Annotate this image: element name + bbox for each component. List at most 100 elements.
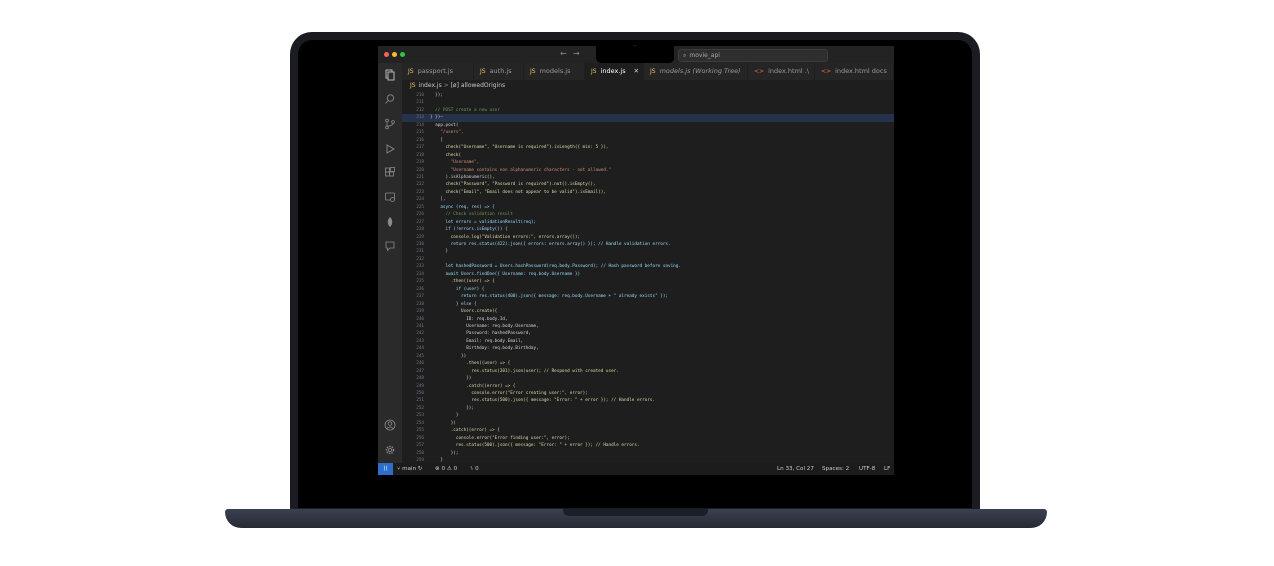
chat-icon[interactable] <box>384 240 396 252</box>
search-view-icon[interactable] <box>384 93 396 105</box>
code-line[interactable]: 232 <box>402 256 894 264</box>
close-window-button[interactable] <box>384 52 389 57</box>
branch-indicator[interactable]: ⑂ main ↻ <box>397 463 423 475</box>
code-line[interactable]: 238 } else { <box>402 301 894 309</box>
line-number: 221 <box>416 174 424 180</box>
code-line[interactable]: 215 "/users", <box>402 129 894 137</box>
code-line[interactable]: 242 Password: hashedPassword, <box>402 330 894 338</box>
line-number: 231 <box>416 249 424 255</box>
search-text: movie_api <box>689 52 720 59</box>
extensions-icon[interactable] <box>384 167 396 179</box>
code-line[interactable]: 227 let errors = validationResult(req); <box>402 219 894 227</box>
problems-indicator[interactable]: ⊗ 0 ⚠ 0 <box>435 463 457 475</box>
line-number: 232 <box>416 256 424 262</box>
code-text: if (user) { <box>430 286 485 292</box>
code-line[interactable]: 254 }) <box>402 420 894 428</box>
explorer-icon[interactable] <box>384 69 396 81</box>
code-line[interactable]: 240 ID: req.body.Id, <box>402 316 894 324</box>
code-line[interactable]: 234 await Users.findOne({ Username: req.… <box>402 271 894 279</box>
code-line[interactable]: 210 }); <box>402 92 894 100</box>
ports-indicator[interactable]: ⑊ 0 <box>470 463 479 475</box>
gear-icon[interactable] <box>384 444 396 456</box>
back-arrow-icon[interactable]: ← <box>560 49 567 58</box>
code-line[interactable]: 222 check("Password", "Password is requi… <box>402 181 894 189</box>
command-center-search[interactable]: ⌕ movie_api <box>678 49 828 62</box>
laptop-opening-notch <box>563 509 708 516</box>
tab-index-html-root[interactable]: <> index.html .\ <box>748 63 815 80</box>
code-line[interactable]: 216 [ <box>402 137 894 145</box>
code-line[interactable]: 255 .catch((error) => { <box>402 427 894 435</box>
code-line[interactable]: 233 let hashedPassword = Users.hashPassw… <box>402 263 894 271</box>
zoom-window-button[interactable] <box>400 52 405 57</box>
code-text: Username: req.body.Username, <box>430 323 539 329</box>
tab-passport-js[interactable]: JS passport.js <box>402 63 474 80</box>
code-line[interactable]: 230 return res.status(422).json({ errors… <box>402 241 894 249</box>
code-line[interactable]: 239 Users.create({ <box>402 308 894 316</box>
tab-auth-js[interactable]: JS auth.js <box>474 63 524 80</box>
code-line[interactable]: 243 Email: req.body.Email, <box>402 338 894 346</box>
code-line[interactable]: 226 // Check validation result <box>402 211 894 219</box>
run-debug-icon[interactable] <box>384 143 396 155</box>
remote-indicator-icon[interactable]: ⟩⟨ <box>378 463 393 475</box>
code-line[interactable]: 213} })— <box>402 114 894 122</box>
code-line[interactable]: 256 console.error("Error finding user:",… <box>402 435 894 443</box>
encoding-indicator[interactable]: UTF-8 <box>859 463 875 475</box>
code-line[interactable]: 223 check("Email", "Email does not appea… <box>402 189 894 197</box>
code-line[interactable]: 247 res.status(201).json(user); // Respo… <box>402 368 894 376</box>
code-line[interactable]: 241 Username: req.body.Username, <box>402 323 894 331</box>
code-line[interactable]: 253 } <box>402 412 894 420</box>
code-line[interactable]: 248 }) <box>402 375 894 383</box>
code-line[interactable]: 236 if (user) { <box>402 286 894 294</box>
code-text: ID: req.body.Id, <box>430 316 508 322</box>
code-line[interactable]: 220 "Username contains non alphanumeric … <box>402 167 894 175</box>
code-line[interactable]: 252 }); <box>402 405 894 413</box>
cursor-position[interactable]: Ln 33, Col 27 <box>777 463 814 475</box>
close-tab-icon[interactable]: ✕ <box>634 67 639 75</box>
code-line[interactable]: 224 ], <box>402 196 894 204</box>
code-text: console.error("Error creating user:", er… <box>430 391 588 396</box>
remote-explorer-icon[interactable] <box>384 191 396 203</box>
forward-arrow-icon[interactable]: → <box>573 49 580 58</box>
code-text: console.log("Validation errors:", errors… <box>430 234 581 240</box>
code-text: return res.status(400).json({ message: r… <box>430 294 668 300</box>
code-line[interactable]: 228 if (!errors.isEmpty()) { <box>402 226 894 234</box>
code-text: }) <box>430 420 456 426</box>
code-line[interactable]: 258 }); <box>402 450 894 458</box>
code-line[interactable]: 217 check("Username", "Username is requi… <box>402 144 894 152</box>
account-icon[interactable] <box>384 419 396 431</box>
indentation-indicator[interactable]: Spaces: 2 <box>822 463 849 475</box>
breadcrumb-symbol[interactable]: [ø] allowedOrigins <box>451 82 506 89</box>
code-line[interactable]: 214 app.post( <box>402 122 894 130</box>
code-line[interactable]: 250 console.error("Error creating user:"… <box>402 390 894 398</box>
line-number: 214 <box>416 122 424 128</box>
code-line[interactable]: 249 .catch((error) => { <box>402 383 894 391</box>
minimize-window-button[interactable] <box>392 52 397 57</box>
code-line[interactable]: 245 }) <box>402 353 894 361</box>
code-line[interactable]: 235 .then((user) => { <box>402 278 894 286</box>
tab-models-js-working-tree[interactable]: JS models.js (Working Tree) <box>644 63 748 80</box>
code-line[interactable]: 219 "Username", <box>402 159 894 167</box>
code-editor[interactable]: 210 }); 211 212 // POST create a new user 2… <box>402 92 894 463</box>
source-control-icon[interactable] <box>384 118 396 130</box>
code-text: check( <box>430 152 462 158</box>
code-line[interactable]: 225 async (req, res) => { <box>402 204 894 212</box>
tab-models-js[interactable]: JS models.js <box>524 63 585 80</box>
line-number: 252 <box>416 405 424 411</box>
code-line[interactable]: 244 Birthday: req.body.Birthday, <box>402 345 894 353</box>
code-line[interactable]: 211 <box>402 99 894 107</box>
eol-indicator[interactable]: LF <box>884 463 890 475</box>
tab-index-html-docs[interactable]: <> index.html docs <box>815 63 894 80</box>
code-line[interactable]: 246 .then((user) => { <box>402 360 894 368</box>
tab-index-js[interactable]: JS index.js ✕ <box>585 63 644 80</box>
code-line[interactable]: 218 check( <box>402 152 894 160</box>
code-line[interactable]: 221 ).isAlphanumeric(), <box>402 174 894 182</box>
code-line[interactable]: 212 // POST create a new user <box>402 107 894 115</box>
code-line[interactable]: 251 res.status(500).json({ message: "Err… <box>402 397 894 405</box>
code-line[interactable]: 237 return res.status(400).json({ messag… <box>402 293 894 301</box>
mongodb-leaf-icon[interactable] <box>384 216 396 228</box>
code-line[interactable]: 231 } <box>402 248 894 256</box>
code-line[interactable]: 229 console.log("Validation errors:", er… <box>402 234 894 242</box>
line-number: 217 <box>416 145 424 151</box>
breadcrumb-file[interactable]: index.js <box>419 82 442 89</box>
code-line[interactable]: 257 res.status(500).json({ message: "Err… <box>402 442 894 450</box>
